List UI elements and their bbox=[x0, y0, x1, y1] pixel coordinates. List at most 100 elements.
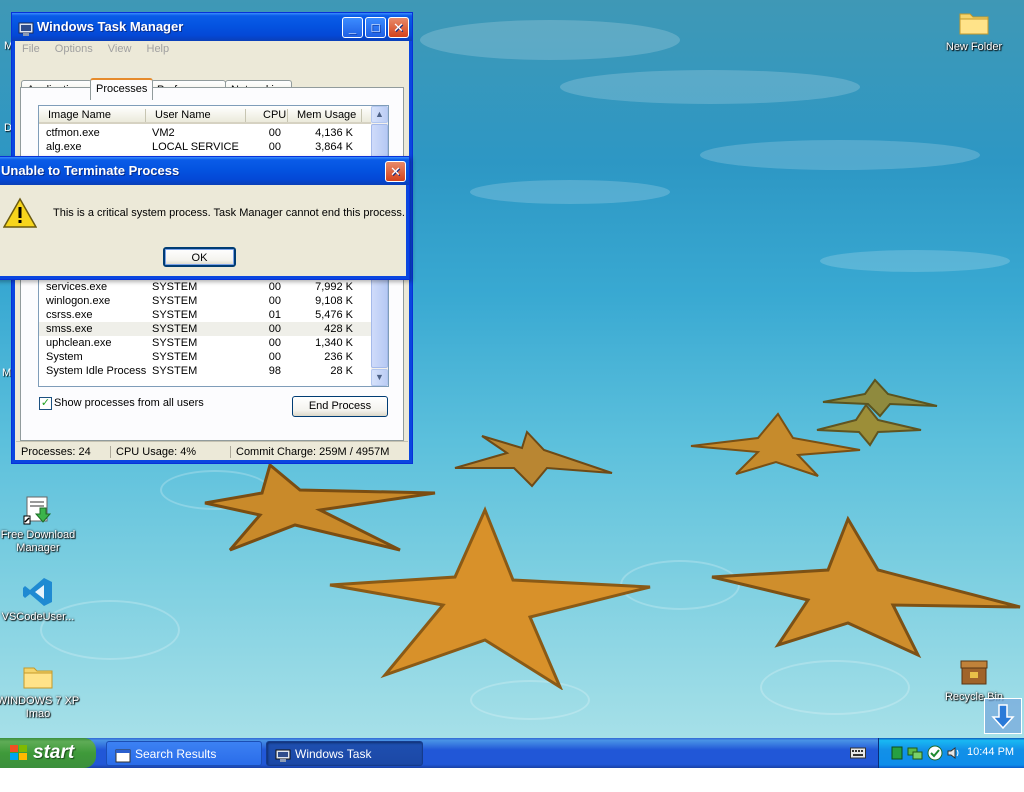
column-user-name[interactable]: User Name bbox=[146, 109, 246, 122]
menu-file[interactable]: File bbox=[16, 41, 46, 55]
cell-user-name: SYSTEM bbox=[152, 323, 198, 335]
water-highlight bbox=[700, 140, 980, 170]
volume-icon[interactable] bbox=[947, 746, 961, 760]
dialog-title: Unable to Terminate Process bbox=[1, 163, 180, 178]
caustic bbox=[760, 660, 910, 715]
end-process-button[interactable]: End Process bbox=[292, 396, 388, 417]
menu-view[interactable]: View bbox=[102, 41, 138, 55]
scroll-up-button[interactable]: ▲ bbox=[371, 106, 388, 123]
menu-help[interactable]: Help bbox=[141, 41, 176, 55]
task-manager-icon bbox=[275, 747, 291, 762]
download-manager-icon bbox=[22, 494, 54, 526]
checkmark-icon: ✓ bbox=[40, 397, 51, 409]
cell-image-name: services.exe bbox=[46, 281, 108, 293]
ok-label: OK bbox=[191, 252, 208, 264]
desktop-icon-free-download-manager[interactable]: Free Download Manager bbox=[0, 494, 80, 555]
chevron-up-icon: ▲ bbox=[375, 109, 384, 119]
desktop-icon-windows7-folder[interactable]: WINDOWS 7 XP Imao bbox=[0, 660, 80, 721]
cell-cpu: 00 bbox=[268, 337, 281, 349]
task-manager-icon bbox=[18, 19, 34, 36]
clock[interactable]: 10:44 PM bbox=[967, 746, 1014, 758]
cell-cpu: 00 bbox=[268, 127, 281, 139]
table-row-selected[interactable]: smss.exe SYSTEM 00 428 K bbox=[39, 322, 372, 336]
folder-icon bbox=[22, 660, 54, 692]
cell-user-name: LOCAL SERVICE bbox=[152, 141, 239, 153]
cell-mem-usage: 1,340 K bbox=[315, 337, 353, 349]
start-button[interactable]: start bbox=[0, 738, 96, 768]
task-manager-titlebar[interactable]: Windows Task Manager _ □ ✕ bbox=[12, 13, 412, 41]
taskbar-button-task-manager[interactable]: Windows Task Manager bbox=[266, 741, 423, 786]
status-commit-charge: Commit Charge: 259M / 4957M bbox=[230, 446, 389, 458]
starfish bbox=[816, 403, 922, 447]
column-image-name[interactable]: Image Name bbox=[39, 109, 146, 122]
dialog-close-button[interactable]: ✕ bbox=[385, 161, 406, 182]
cell-mem-usage: 236 K bbox=[324, 351, 353, 363]
desktop-icon-recycle-bin[interactable]: Recycle Bin bbox=[932, 656, 1016, 704]
water-highlight bbox=[470, 180, 670, 204]
cell-image-name: ctfmon.exe bbox=[46, 127, 100, 139]
cell-user-name: SYSTEM bbox=[152, 281, 198, 293]
recycle-bin-icon bbox=[958, 656, 990, 688]
show-all-users-label[interactable]: Show processes from all users bbox=[54, 397, 204, 409]
column-cpu[interactable]: CPU bbox=[246, 109, 288, 122]
update-shield-icon[interactable] bbox=[927, 745, 943, 761]
folder-icon bbox=[958, 6, 990, 38]
maximize-button[interactable]: □ bbox=[365, 17, 386, 38]
desktop-icon-label: Free Download Manager bbox=[0, 529, 76, 554]
ok-button[interactable]: OK bbox=[163, 247, 236, 267]
cell-user-name: SYSTEM bbox=[152, 351, 198, 363]
taskbar: start Search Results Windows Task Manage… bbox=[0, 738, 1024, 786]
table-row[interactable]: csrss.exe SYSTEM 01 5,476 K bbox=[39, 308, 372, 322]
desktop-icon-label: New Folder bbox=[945, 41, 1003, 53]
tab-processes[interactable]: Processes bbox=[90, 78, 154, 100]
water-highlight bbox=[820, 250, 1010, 272]
minimize-button[interactable]: _ bbox=[342, 17, 363, 38]
tray-app-icon[interactable] bbox=[891, 746, 903, 760]
water-highlight bbox=[420, 20, 680, 60]
download-overlay-widget[interactable] bbox=[984, 698, 1022, 734]
system-tray: 10:44 PM bbox=[878, 738, 1024, 768]
dialog-titlebar[interactable]: Unable to Terminate Process ✕ bbox=[0, 157, 409, 185]
table-row[interactable]: alg.exe LOCAL SERVICE 00 3,864 K bbox=[39, 140, 372, 154]
table-row[interactable]: System Idle Process SYSTEM 98 28 K bbox=[39, 364, 372, 378]
arrow-down-icon bbox=[991, 704, 1015, 730]
table-row[interactable]: uphclean.exe SYSTEM 00 1,340 K bbox=[39, 336, 372, 350]
cell-image-name: csrss.exe bbox=[46, 309, 93, 321]
cell-user-name: SYSTEM bbox=[152, 309, 198, 321]
desktop-icon-new-folder[interactable]: New Folder bbox=[932, 6, 1016, 54]
scroll-down-button[interactable]: ▼ bbox=[371, 369, 388, 386]
network-icon[interactable] bbox=[907, 745, 923, 761]
chevron-down-icon: ▼ bbox=[375, 372, 384, 382]
cell-mem-usage: 3,864 K bbox=[315, 141, 353, 153]
show-all-users-checkbox[interactable]: ✓ bbox=[39, 397, 52, 410]
table-row[interactable]: ctfmon.exe VM2 00 4,136 K bbox=[39, 126, 372, 140]
taskbar-button-search-results[interactable]: Search Results bbox=[106, 741, 262, 766]
cell-cpu: 00 bbox=[268, 295, 281, 307]
desktop-icon-label: WINDOWS 7 XP Imao bbox=[0, 695, 80, 720]
close-button[interactable]: ✕ bbox=[388, 17, 409, 38]
menu-options[interactable]: Options bbox=[49, 41, 99, 55]
warning-icon bbox=[2, 197, 38, 229]
table-row[interactable]: services.exe SYSTEM 00 7,992 K bbox=[39, 280, 372, 294]
cell-cpu: 00 bbox=[268, 281, 281, 293]
error-dialog: Unable to Terminate Process ✕ This is a … bbox=[0, 156, 410, 280]
tab-label: Processes bbox=[96, 83, 148, 95]
cell-cpu: 01 bbox=[268, 309, 281, 321]
dialog-message: This is a critical system process. Task … bbox=[53, 207, 405, 219]
desktop-icon-label: VSCodeUser... bbox=[1, 611, 75, 623]
column-mem-usage[interactable]: Mem Usage bbox=[288, 109, 362, 122]
table-row[interactable]: winlogon.exe SYSTEM 00 9,108 K bbox=[39, 294, 372, 308]
cell-mem-usage: 428 K bbox=[324, 323, 353, 335]
maximize-icon: □ bbox=[371, 20, 380, 35]
desktop-icon-vscode[interactable]: VSCodeUser... bbox=[0, 576, 80, 624]
cell-image-name: smss.exe bbox=[46, 323, 93, 335]
table-row[interactable]: System SYSTEM 00 236 K bbox=[39, 350, 372, 364]
keyboard-icon[interactable] bbox=[850, 747, 866, 759]
status-bar: Processes: 24 CPU Usage: 4% Commit Charg… bbox=[16, 441, 408, 460]
starfish bbox=[711, 515, 1021, 659]
cell-cpu: 00 bbox=[268, 141, 281, 153]
windows-logo-icon bbox=[10, 745, 28, 761]
end-process-label: End Process bbox=[308, 400, 372, 412]
cell-mem-usage: 28 K bbox=[330, 365, 353, 377]
cell-image-name: System bbox=[46, 351, 83, 363]
